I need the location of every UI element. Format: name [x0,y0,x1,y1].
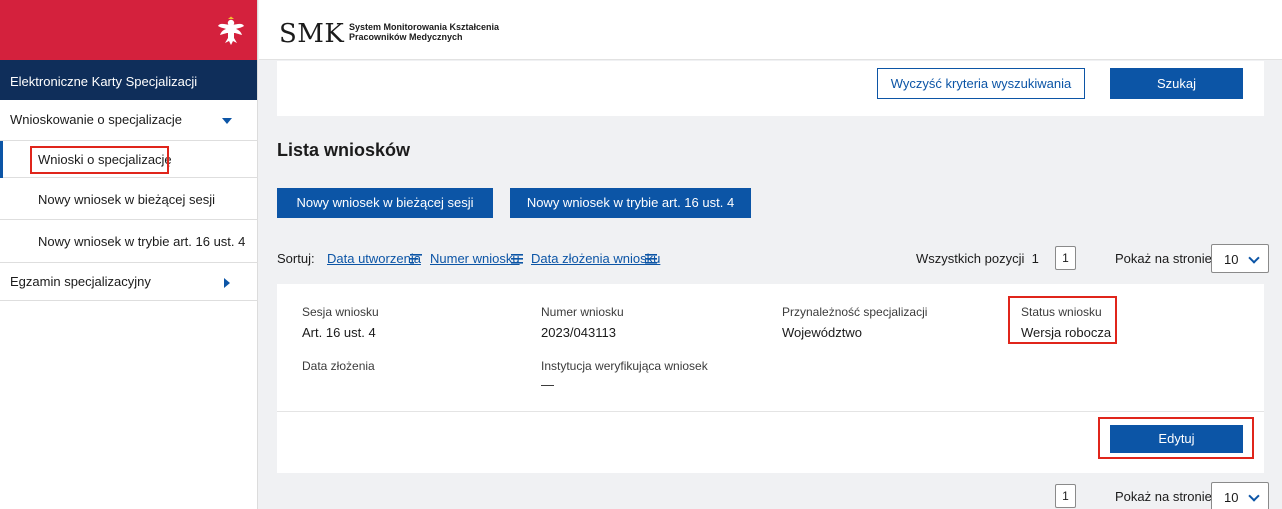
institution-value: — [541,377,554,392]
per-page-value: 10 [1224,252,1239,267]
sidebar-section-title: Elektroniczne Karty Specjalizacji [0,60,257,100]
chevron-down-icon [1248,252,1260,264]
new-application-art-button[interactable]: Nowy wniosek w trybie art. 16 ust. 4 [510,188,751,218]
per-page-select-bottom[interactable]: 10 [1211,482,1269,509]
sidebar-item-label: Nowy wniosek w trybie art. 16 ust. 4 [38,234,246,249]
sort-neutral-icon [511,254,523,264]
sort-by-created-date[interactable]: Data utworzenia [327,251,421,266]
sidebar-item-label: Wnioskowanie o specjalizacje [10,112,182,127]
page-number-input[interactable]: 1 [1055,246,1076,270]
clear-criteria-button[interactable]: Wyczyść kryteria wyszukiwania [877,68,1085,99]
sidebar-item-wnioskowanie[interactable]: Wnioskowanie o specjalizacje [0,100,258,141]
card-divider [277,411,1264,412]
logo[interactable]: SMK [279,21,344,47]
brand-bar [0,0,257,60]
logo-desc-line2: Pracowników Medycznych [349,32,463,42]
total-label-text: Wszystkich pozycji [916,251,1025,266]
sort-neutral-icon [645,254,657,264]
new-application-current-session-button[interactable]: Nowy wniosek w bieżącej sesji [277,188,493,218]
page-title: Lista wniosków [277,140,411,160]
sort-by-submitted-date[interactable]: Data złożenia wniosku [531,251,660,266]
header: SMK System Monitorowania Kształcenia Pra… [259,0,1282,60]
annotation-highlight-box [1008,296,1117,344]
session-label: Sesja wniosku [302,305,379,319]
active-item-indicator [0,141,3,178]
sidebar: Elektroniczne Karty Specjalizacji Wniosk… [0,0,258,509]
per-page-value: 10 [1224,490,1239,505]
sidebar-item-label: Nowy wniosek w bieżącej sesji [38,192,216,207]
polish-eagle-icon [218,16,244,45]
sidebar-item-nowy-wniosek-sesja[interactable]: Nowy wniosek w bieżącej sesji [0,178,258,220]
total-count-value: 1 [1031,251,1039,266]
number-value: 2023/043113 [541,325,616,340]
per-page-label: Pokaż na stronie [1115,251,1212,266]
annotation-highlight-box [1098,417,1254,459]
annotation-highlight-box [30,146,169,174]
per-page-select[interactable]: 10 [1211,244,1269,273]
number-label: Numer wniosku [541,305,624,319]
logo-desc-line1: System Monitorowania Kształcenia [349,22,500,32]
affiliation-label: Przynależność specjalizacji [782,305,928,319]
search-button[interactable]: Szukaj [1110,68,1243,99]
per-page-label-bottom: Pokaż na stronie [1115,489,1212,504]
affiliation-value: Województwo [782,325,862,340]
session-value: Art. 16 ust. 4 [302,325,376,340]
sort-by-number[interactable]: Numer wniosku [430,251,520,266]
institution-label: Instytucja weryfikująca wniosek [541,359,708,373]
caret-right-icon [224,278,230,288]
logo-description: System Monitorowania Kształcenia Pracown… [349,22,499,42]
chevron-down-icon [1248,490,1260,502]
sort-descending-icon [410,254,422,264]
sidebar-item-label: Egzamin specjalizacyjny [10,274,151,289]
sidebar-item-egzamin[interactable]: Egzamin specjalizacyjny [0,263,258,301]
total-count-label: Wszystkich pozycji 1 [916,251,1039,266]
submitted-date-label: Data złożenia [302,359,375,373]
page-number-input-bottom[interactable]: 1 [1055,484,1076,508]
caret-down-icon [222,118,232,124]
sort-label: Sortuj: [277,251,315,266]
sidebar-item-nowy-wniosek-art[interactable]: Nowy wniosek w trybie art. 16 ust. 4 [0,220,258,263]
